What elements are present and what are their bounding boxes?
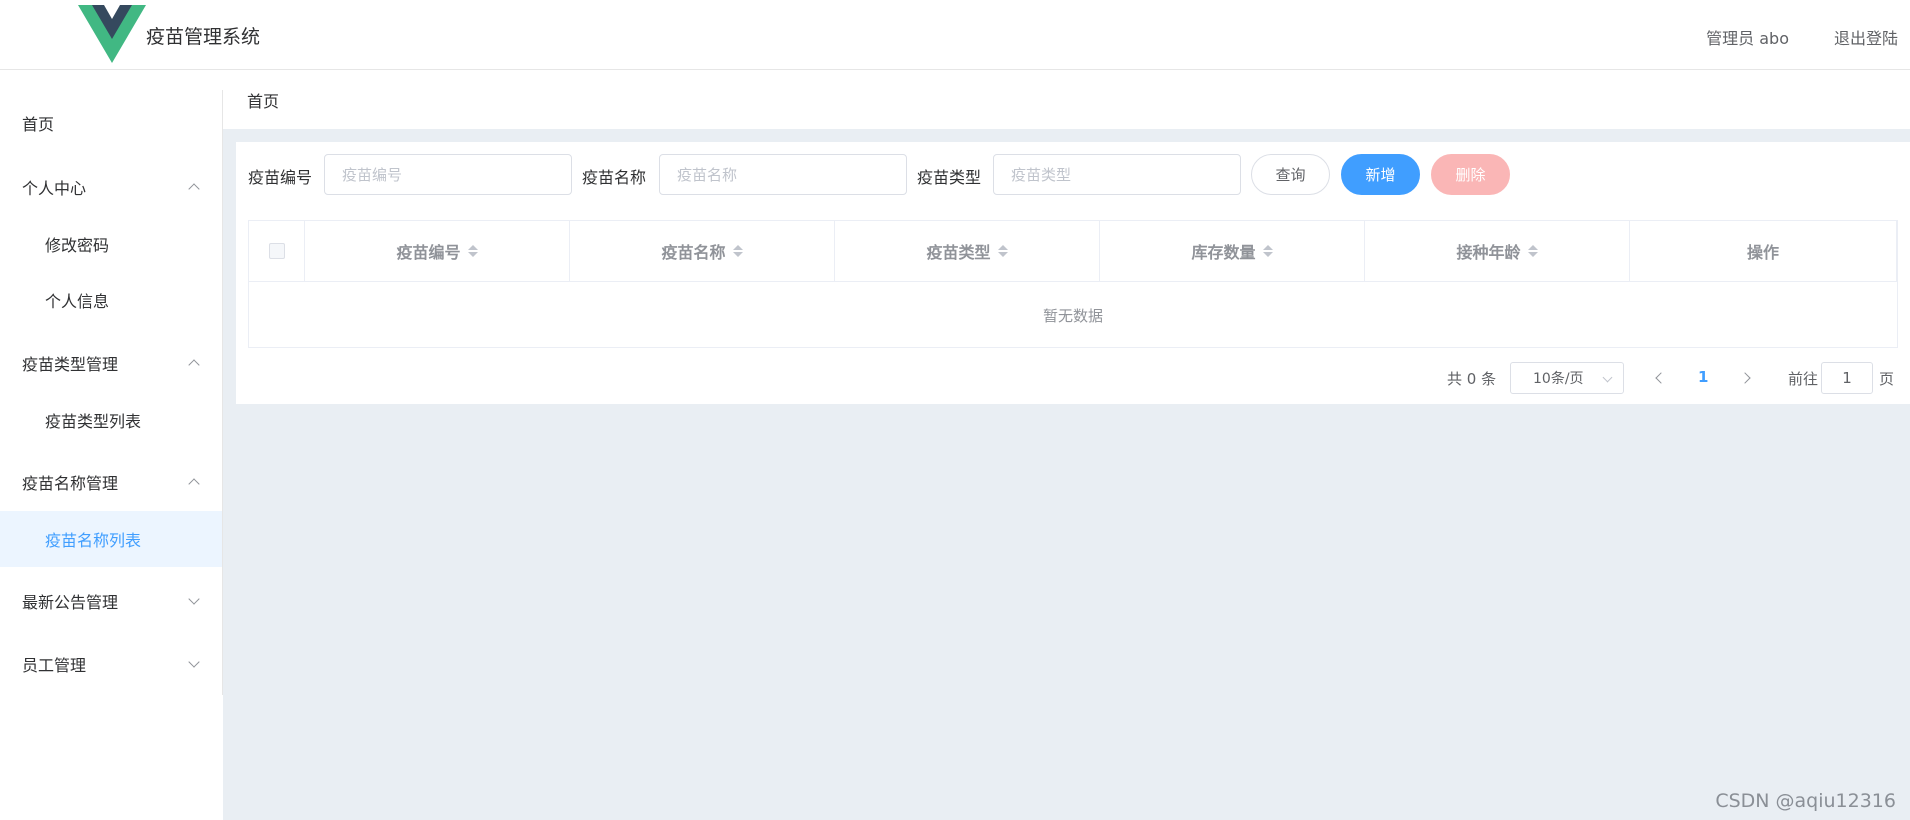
sidebar-item-label: 个人中心 <box>22 179 87 198</box>
table-empty-text: 暂无数据 <box>1042 306 1103 325</box>
vaccine-name-label: 疫苗名称 <box>582 168 647 187</box>
sort-icon[interactable] <box>732 245 743 257</box>
sidebar-item-staff-mgmt[interactable]: 员工管理 <box>0 636 222 692</box>
page-size-value: 10条/页 <box>1533 371 1584 387</box>
select-all-header <box>249 221 305 282</box>
chevron-down-icon <box>1602 372 1613 383</box>
sort-icon[interactable] <box>997 245 1008 257</box>
chevron-up-icon <box>188 359 200 371</box>
column-header-actions: 操作 <box>1630 221 1897 282</box>
next-page-icon[interactable] <box>1738 368 1758 388</box>
query-button[interactable]: 查询 <box>1251 154 1330 195</box>
sidebar-item-personal-info[interactable]: 个人信息 <box>0 272 222 328</box>
sidebar-item-personal-center[interactable]: 个人中心 <box>0 159 222 215</box>
top-header: 疫苗管理系统 管理员 abo 退出登陆 <box>0 0 1910 70</box>
delete-button[interactable]: 删除 <box>1431 154 1510 195</box>
column-header-name[interactable]: 疫苗名称 <box>570 221 835 282</box>
column-header-code[interactable]: 疫苗编号 <box>305 221 570 282</box>
vaccine-type-input[interactable] <box>993 154 1241 195</box>
sidebar-item-home[interactable]: 首页 <box>0 95 222 151</box>
column-header-label: 疫苗编号 <box>396 243 461 262</box>
sidebar-item-change-password[interactable]: 修改密码 <box>0 216 222 272</box>
vaccine-type-label: 疫苗类型 <box>917 168 982 187</box>
sidebar-item-label: 修改密码 <box>45 236 110 255</box>
sidebar-item-vaccine-name-list[interactable]: 疫苗名称列表 <box>0 511 222 567</box>
sidebar-item-label: 员工管理 <box>22 656 87 675</box>
pagination-total: 共 0 条 <box>1447 370 1497 388</box>
sidebar-item-label: 最新公告管理 <box>22 593 119 612</box>
vaccine-name-input[interactable] <box>659 154 907 195</box>
vaccine-code-label: 疫苗编号 <box>248 168 313 187</box>
chevron-up-icon <box>188 183 200 195</box>
sidebar-item-announcement-mgmt[interactable]: 最新公告管理 <box>0 573 222 629</box>
column-header-label: 疫苗类型 <box>926 243 991 262</box>
vue-logo-icon <box>78 5 146 63</box>
admin-label: 管理员 abo <box>1706 29 1789 48</box>
breadcrumb-item[interactable]: 首页 <box>247 88 279 112</box>
prev-page-icon[interactable] <box>1650 368 1670 388</box>
watermark: CSDN @aqiu12316 <box>1715 790 1896 812</box>
sort-icon[interactable] <box>467 245 478 257</box>
vaccine-table: 疫苗编号 疫苗名称 疫苗类型 库存数量 接种年龄 操作 暂无数据 <box>248 220 1898 348</box>
breadcrumb: 首页 <box>223 70 1910 129</box>
sidebar-item-label: 首页 <box>22 115 55 134</box>
select-all-checkbox[interactable] <box>268 243 285 259</box>
sidebar-item-vaccine-name-mgmt[interactable]: 疫苗名称管理 <box>0 454 222 510</box>
sidebar-item-vaccine-type-list[interactable]: 疫苗类型列表 <box>0 392 222 448</box>
sort-icon[interactable] <box>1527 245 1538 257</box>
goto-suffix: 页 <box>1879 370 1895 388</box>
vaccine-code-input[interactable] <box>324 154 572 195</box>
sidebar: 首页 个人中心 修改密码 个人信息 疫苗类型管理 疫苗类型列表 疫苗名称管理 疫… <box>0 70 223 820</box>
app-title: 疫苗管理系统 <box>146 26 261 48</box>
column-header-label: 接种年龄 <box>1456 243 1521 262</box>
column-header-label: 操作 <box>1746 243 1779 262</box>
sidebar-item-label: 个人信息 <box>45 292 110 311</box>
page-size-select[interactable]: 10条/页 <box>1510 362 1624 394</box>
column-header-stock[interactable]: 库存数量 <box>1100 221 1365 282</box>
sidebar-item-label: 疫苗名称管理 <box>22 474 119 493</box>
sidebar-item-label: 疫苗类型列表 <box>45 412 142 431</box>
page-number-current[interactable]: 1 <box>1698 368 1708 386</box>
chevron-down-icon <box>188 656 200 668</box>
goto-page-input[interactable] <box>1821 362 1873 394</box>
sidebar-item-label: 疫苗名称列表 <box>45 531 142 550</box>
column-header-age[interactable]: 接种年龄 <box>1365 221 1630 282</box>
chevron-up-icon <box>188 478 200 490</box>
add-button[interactable]: 新增 <box>1341 154 1420 195</box>
column-header-label: 库存数量 <box>1191 243 1256 262</box>
sidebar-item-label: 疫苗类型管理 <box>22 355 119 374</box>
column-header-label: 疫苗名称 <box>661 243 726 262</box>
content-card: 疫苗编号 疫苗名称 疫苗类型 查询 新增 删除 疫苗编号 疫苗名称 疫苗类型 库… <box>236 142 1910 404</box>
column-header-type[interactable]: 疫苗类型 <box>835 221 1100 282</box>
logout-link[interactable]: 退出登陆 <box>1834 25 1898 49</box>
sidebar-item-vaccine-type-mgmt[interactable]: 疫苗类型管理 <box>0 335 222 391</box>
sort-icon[interactable] <box>1262 245 1273 257</box>
chevron-down-icon <box>188 593 200 605</box>
goto-prefix: 前往 <box>1788 370 1819 388</box>
